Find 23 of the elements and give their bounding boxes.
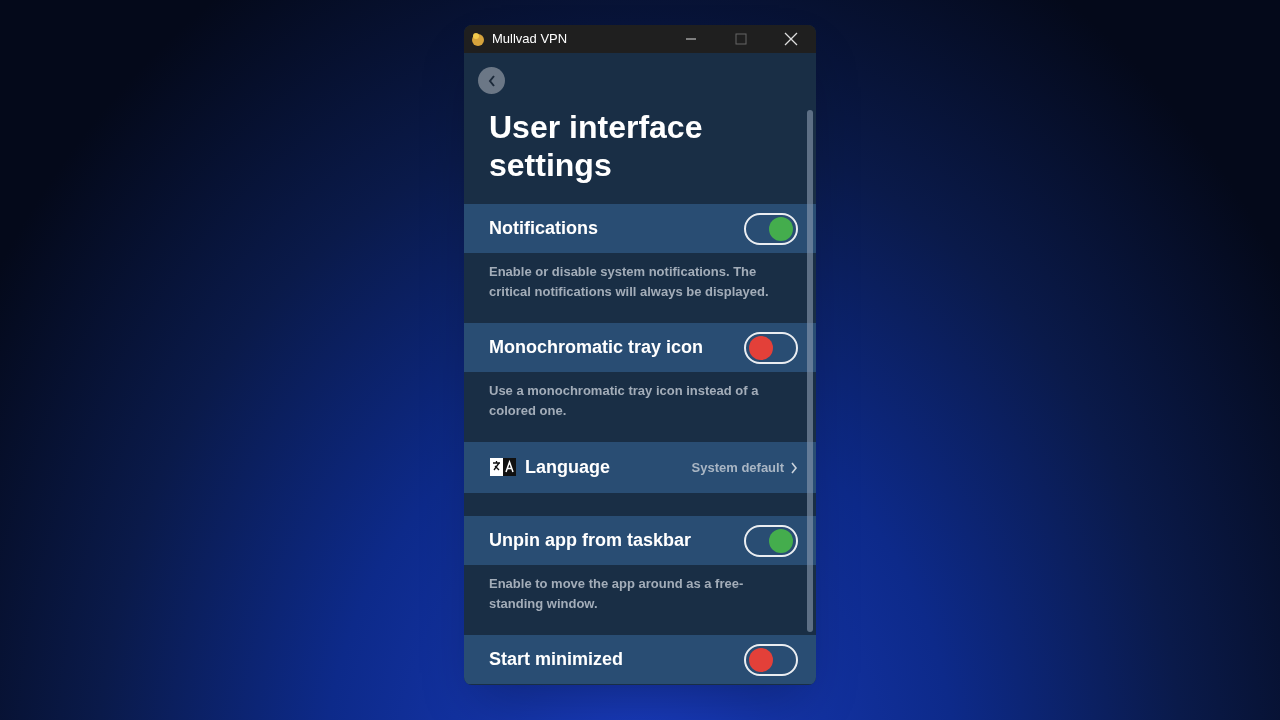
setting-label: Notifications [489,217,599,240]
setting-label: Unpin app from taskbar [489,529,693,552]
setting-label: Start minimized [489,648,625,671]
app-logo-icon [470,31,486,47]
toggle-switch[interactable] [744,524,798,557]
window-title: Mullvad VPN [492,30,568,49]
toggle-switch[interactable] [744,212,798,245]
setting-label: Language [525,456,611,479]
page-title: User interface settings [488,108,704,185]
setting-description: Enable or disable system notifications. The critical notifications will always be displayed. [488,263,770,301]
maximize-icon [735,33,747,45]
scrollbar-thumb[interactable] [807,110,813,632]
toggle-switch[interactable] [744,643,798,676]
setting-value: System default [691,458,784,477]
chevron-left-icon [486,73,497,88]
setting-description: Use a monochromatic tray icon instead of a colored one. [488,382,760,420]
setting-label: Monochromatic tray icon [489,336,705,359]
setting-description: Enable to move the app around as a free-standing window. [488,575,745,613]
chevron-right-icon [790,461,798,474]
language-row[interactable]: Language System default [464,442,816,493]
toggle-switch[interactable] [744,331,798,364]
close-icon [784,32,798,46]
back-button[interactable] [478,67,505,94]
